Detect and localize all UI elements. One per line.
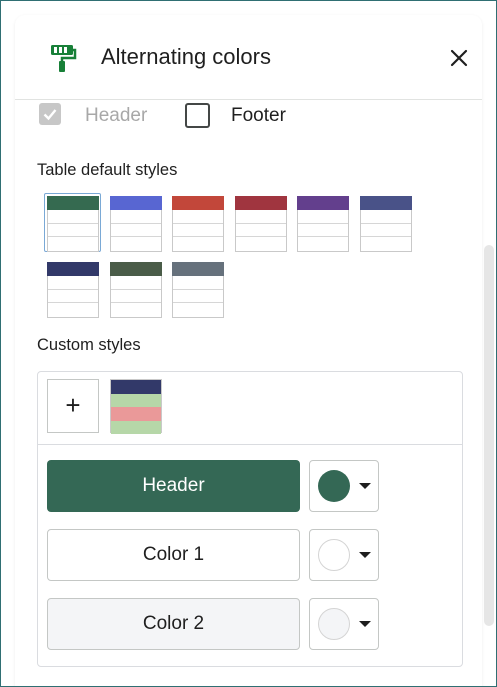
custom-style-swatch[interactable] (110, 379, 162, 434)
color-dot-icon (318, 539, 350, 571)
divider (38, 444, 462, 445)
header-color-button[interactable]: Header (47, 460, 300, 512)
default-style-swatch[interactable] (172, 262, 224, 318)
default-style-swatch[interactable] (360, 196, 412, 252)
default-style-swatch[interactable] (47, 262, 99, 318)
paint-roller-icon (49, 43, 77, 73)
custom-styles-title: Custom styles (37, 336, 141, 354)
color-dot-icon (318, 470, 350, 502)
close-icon[interactable] (447, 46, 471, 70)
default-style-swatch[interactable] (47, 196, 99, 252)
dropdown-arrow-icon (359, 483, 371, 489)
color-dot-icon (318, 608, 350, 640)
header-checkbox-label: Header (85, 105, 148, 126)
dropdown-arrow-icon (359, 621, 371, 627)
footer-checkbox[interactable] (185, 103, 210, 128)
color1-picker[interactable] (309, 529, 379, 581)
alternating-colors-panel: Alternating colors Header Footer Table d… (15, 15, 482, 686)
default-style-swatch[interactable] (297, 196, 349, 252)
panel-scrollbar[interactable] (484, 245, 494, 626)
color2-picker[interactable] (309, 598, 379, 650)
dropdown-arrow-icon (359, 552, 371, 558)
default-style-swatch[interactable] (235, 196, 287, 252)
custom-styles-box: + Header Color 1 Color 2 (37, 371, 463, 667)
panel-header: Alternating colors (15, 15, 482, 100)
default-style-swatch[interactable] (172, 196, 224, 252)
header-color-picker[interactable] (309, 460, 379, 512)
default-style-swatch[interactable] (110, 262, 162, 318)
color2-button[interactable]: Color 2 (47, 598, 300, 650)
app-frame: Alternating colors Header Footer Table d… (0, 0, 497, 687)
default-styles-title: Table default styles (37, 161, 178, 179)
panel-title: Alternating colors (101, 44, 271, 69)
add-custom-style-button[interactable]: + (47, 379, 99, 433)
header-checkbox[interactable] (39, 103, 61, 125)
default-style-swatch[interactable] (110, 196, 162, 252)
plus-icon: + (65, 390, 81, 420)
footer-checkbox-label: Footer (231, 105, 286, 126)
color1-button[interactable]: Color 1 (47, 529, 300, 581)
